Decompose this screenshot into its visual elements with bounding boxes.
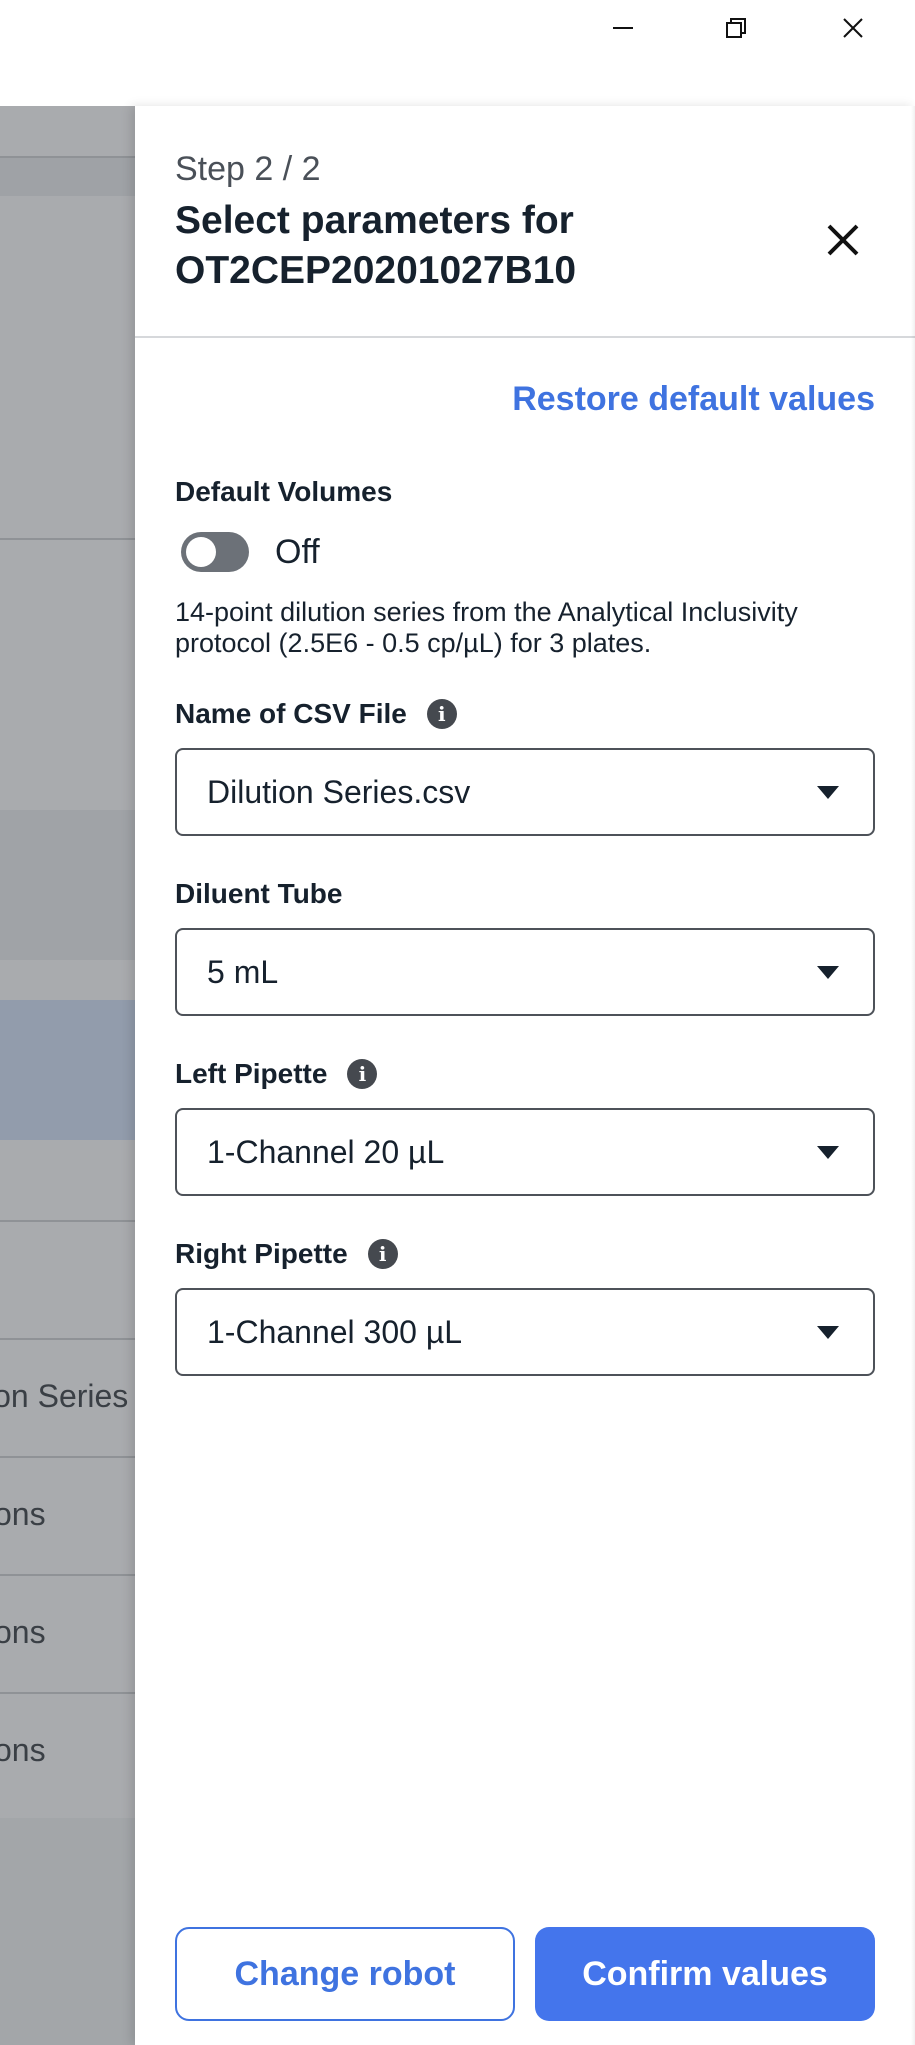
- background-row-text: ons: [0, 1732, 46, 1768]
- default-volumes-label: Default Volumes: [175, 476, 392, 508]
- chevron-down-icon: [817, 1146, 839, 1159]
- background-row-text: ons: [0, 1614, 46, 1650]
- info-icon[interactable]: i: [426, 699, 457, 729]
- default-volumes-toggle-row: Off: [181, 532, 320, 572]
- right-pipette-value: 1-Channel 300 µL: [207, 1314, 463, 1350]
- diluent-tube-value: 5 mL: [207, 954, 279, 990]
- csv-file-label: Name of CSV File i: [175, 698, 457, 730]
- divider: [0, 156, 135, 158]
- divider: [0, 538, 135, 540]
- csv-file-label-text: Name of CSV File: [175, 698, 407, 729]
- background-row-text: ff: [0, 1258, 17, 1295]
- restore-window-button[interactable]: [706, 8, 766, 48]
- drawer-edge-shadow: [911, 106, 915, 2045]
- close-window-button[interactable]: [823, 8, 883, 48]
- info-icon[interactable]: i: [367, 1239, 398, 1269]
- close-icon: [843, 18, 863, 38]
- chevron-down-icon: [817, 1326, 839, 1339]
- window-title-bar: [0, 0, 915, 106]
- restore-default-values-link[interactable]: Restore default values: [512, 380, 875, 419]
- left-pipette-select[interactable]: 1-Channel 20 µL: [175, 1108, 875, 1196]
- right-pipette-label-text: Right Pipette: [175, 1238, 348, 1269]
- right-pipette-label: Right Pipette i: [175, 1238, 398, 1270]
- chevron-down-icon: [817, 786, 839, 799]
- chevron-down-icon: [817, 966, 839, 979]
- csv-file-value: Dilution Series.csv: [207, 774, 471, 810]
- diluent-tube-label-text: Diluent Tube: [175, 878, 343, 909]
- default-volumes-description: 14-point dilution series from the Analyt…: [175, 597, 798, 658]
- drawer-header: Step 2 / 2 Select parameters for OT2CEP2…: [135, 106, 915, 338]
- left-pipette-label-text: Left Pipette: [175, 1058, 328, 1089]
- close-drawer-button[interactable]: [815, 212, 871, 268]
- background-row-text: ons: [0, 1496, 46, 1532]
- background-app-overlay: ff ion Series ons ons ons: [0, 106, 135, 2045]
- right-pipette-select[interactable]: 1-Channel 300 µL: [175, 1288, 875, 1376]
- background-selected-row: [0, 1000, 135, 1140]
- minimize-icon: [613, 27, 633, 29]
- info-icon[interactable]: i: [347, 1059, 378, 1089]
- diluent-tube-select[interactable]: 5 mL: [175, 928, 875, 1016]
- step-indicator: Step 2 / 2: [175, 150, 321, 188]
- drawer-title: Select parameters for OT2CEP20201027B10: [175, 199, 577, 292]
- background-band: [0, 1818, 135, 2045]
- left-pipette-label: Left Pipette i: [175, 1058, 378, 1090]
- confirm-values-button[interactable]: Confirm values: [535, 1927, 875, 2021]
- divider: [0, 1574, 135, 1576]
- default-volumes-label-text: Default Volumes: [175, 476, 393, 507]
- csv-file-select[interactable]: Dilution Series.csv: [175, 748, 875, 836]
- divider: [0, 1456, 135, 1458]
- default-volumes-toggle[interactable]: [181, 532, 249, 572]
- change-robot-button[interactable]: Change robot: [175, 1927, 515, 2021]
- minimize-button[interactable]: [593, 8, 653, 48]
- background-band: [0, 810, 135, 960]
- background-band: [0, 158, 135, 196]
- close-icon: [827, 224, 859, 256]
- diluent-tube-label: Diluent Tube: [175, 878, 342, 910]
- restore-icon: [726, 18, 746, 38]
- divider: [0, 1220, 135, 1222]
- toggle-state-label: Off: [275, 532, 320, 571]
- parameters-drawer: Step 2 / 2 Select parameters for OT2CEP2…: [135, 106, 915, 2045]
- divider: [0, 1692, 135, 1694]
- left-pipette-value: 1-Channel 20 µL: [207, 1134, 445, 1170]
- divider: [0, 1338, 135, 1340]
- background-row-text: ion Series: [0, 1378, 129, 1414]
